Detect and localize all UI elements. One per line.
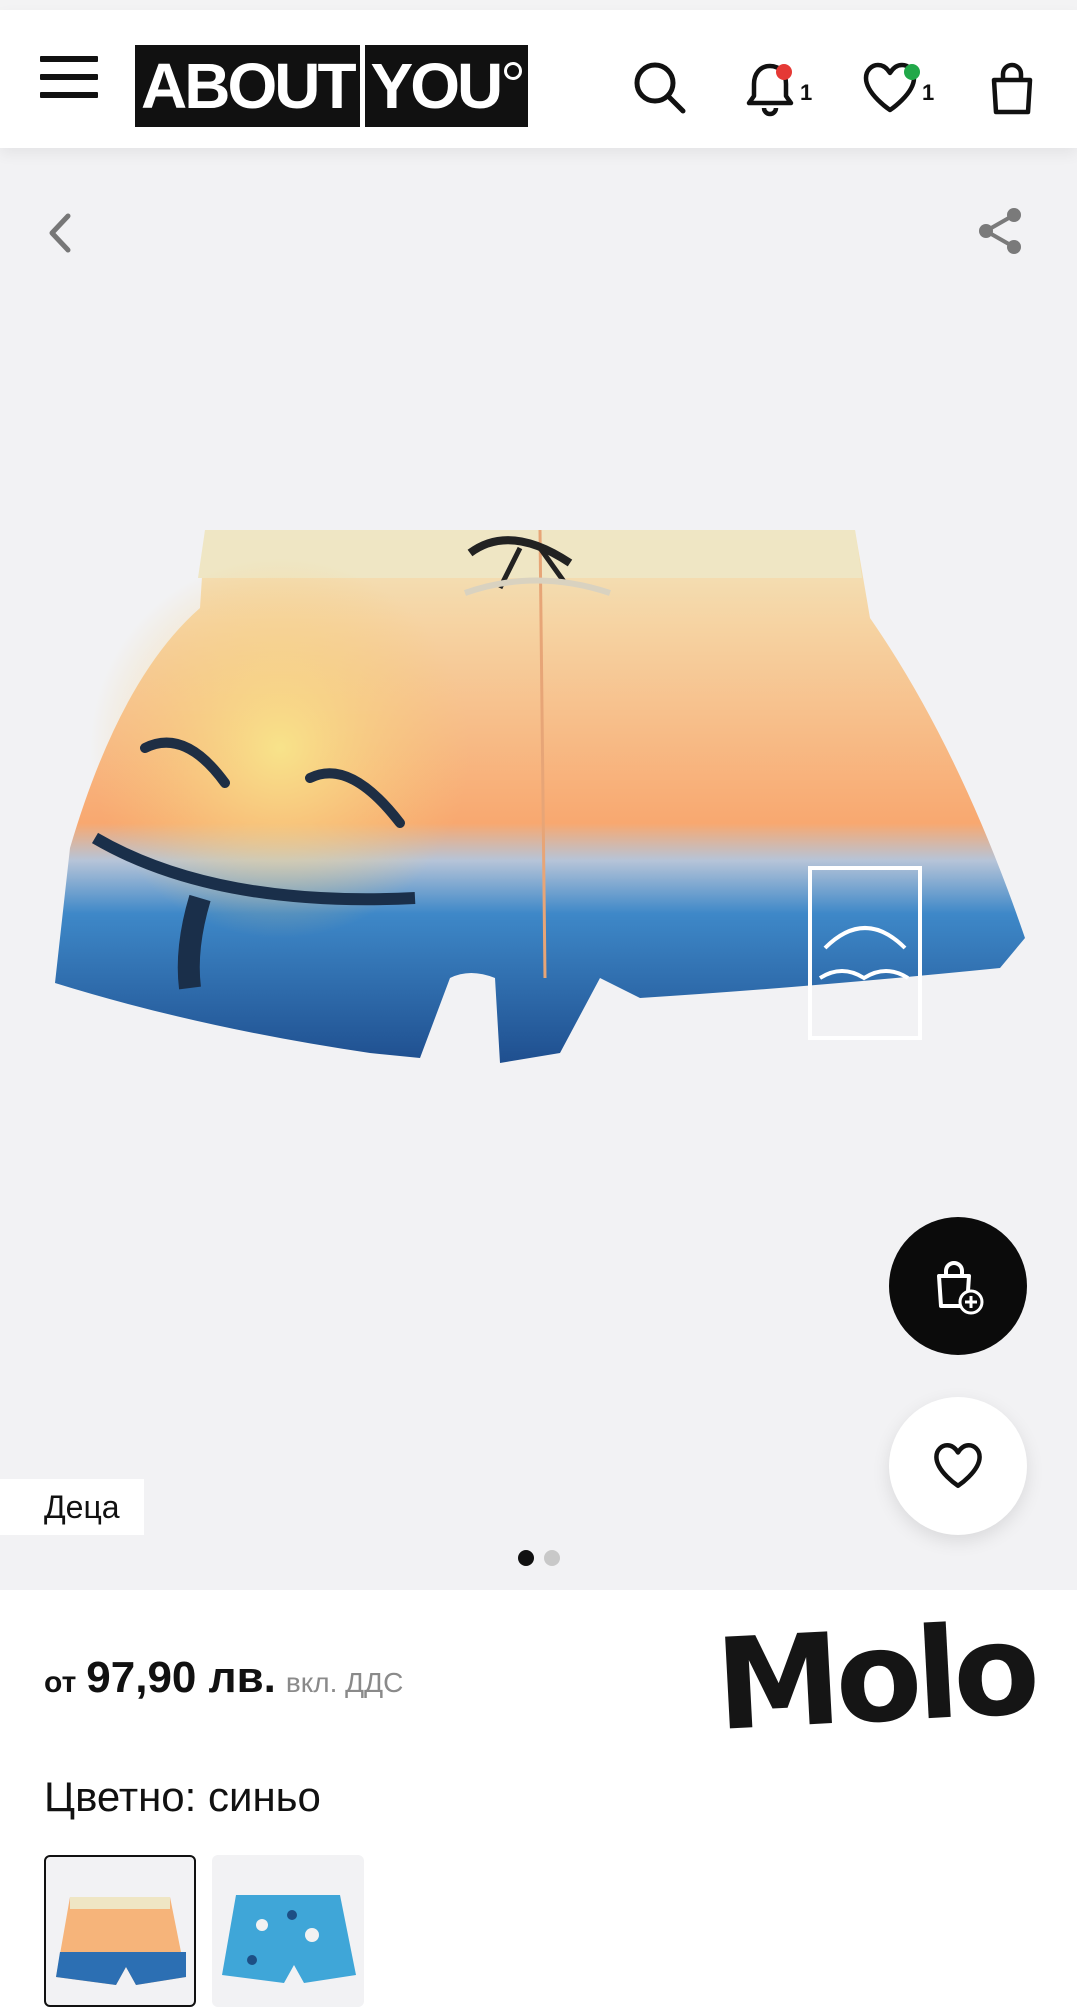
notifications-count: 1 — [800, 80, 813, 105]
logo-eye-icon — [504, 62, 523, 80]
add-to-wishlist-button[interactable] — [889, 1397, 1027, 1535]
pagination-dot[interactable] — [544, 1550, 560, 1566]
top-header: ABOUT YOU 1 1 — [0, 10, 1077, 148]
bell-icon — [746, 63, 794, 117]
status-strip — [0, 0, 1077, 10]
menu-bar — [40, 56, 98, 62]
share-icon — [979, 208, 1021, 254]
search-button[interactable] — [630, 58, 690, 118]
chevron-left-icon — [49, 213, 71, 253]
vat-note: вкл. ДДС — [285, 1667, 404, 1698]
swatch-image-sunset-shorts — [56, 1897, 186, 1985]
menu-bar — [40, 92, 98, 98]
add-to-cart-button[interactable] — [889, 1217, 1027, 1355]
color-label: Цветно: синьо — [44, 1773, 321, 1820]
price-row: от 97,90 лв. вкл. ДДС — [44, 1653, 403, 1703]
swatch-image-blue-print-shorts — [222, 1895, 356, 1983]
pagination-dot-active[interactable] — [518, 1550, 534, 1566]
category-tag: Деца — [0, 1479, 144, 1535]
price-value: 97,90 лв. — [86, 1653, 276, 1702]
notifications-button[interactable]: 1 — [740, 58, 812, 118]
product-image-swim-shorts — [55, 529, 1025, 1063]
logo-separator — [359, 45, 365, 127]
gallery-pagination[interactable] — [518, 1550, 560, 1566]
brand-logo[interactable]: Molo — [712, 1596, 1037, 1759]
logo-about: ABOUT — [141, 50, 357, 122]
price-prefix: от — [44, 1666, 77, 1699]
back-button[interactable] — [40, 208, 80, 258]
add-to-bag-icon — [937, 1261, 984, 1315]
color-swatch[interactable] — [212, 1855, 364, 2007]
cart-button[interactable] — [982, 58, 1042, 118]
shopping-bag-icon — [991, 62, 1033, 115]
about-you-logo[interactable]: ABOUT YOU — [135, 45, 529, 127]
notification-dot — [776, 64, 792, 80]
menu-button[interactable] — [40, 56, 98, 104]
color-swatch-selected[interactable] — [44, 1855, 196, 2007]
wishlist-header-button[interactable]: 1 — [860, 58, 934, 118]
wishlist-dot — [904, 64, 920, 80]
share-button[interactable] — [972, 203, 1028, 259]
logo-you: YOU — [370, 50, 504, 122]
heart-icon — [934, 1443, 982, 1489]
wishlist-count: 1 — [922, 80, 935, 105]
product-image-gallery[interactable]: Деца — [0, 148, 1077, 1590]
search-icon — [634, 62, 686, 114]
menu-bar — [40, 74, 98, 80]
